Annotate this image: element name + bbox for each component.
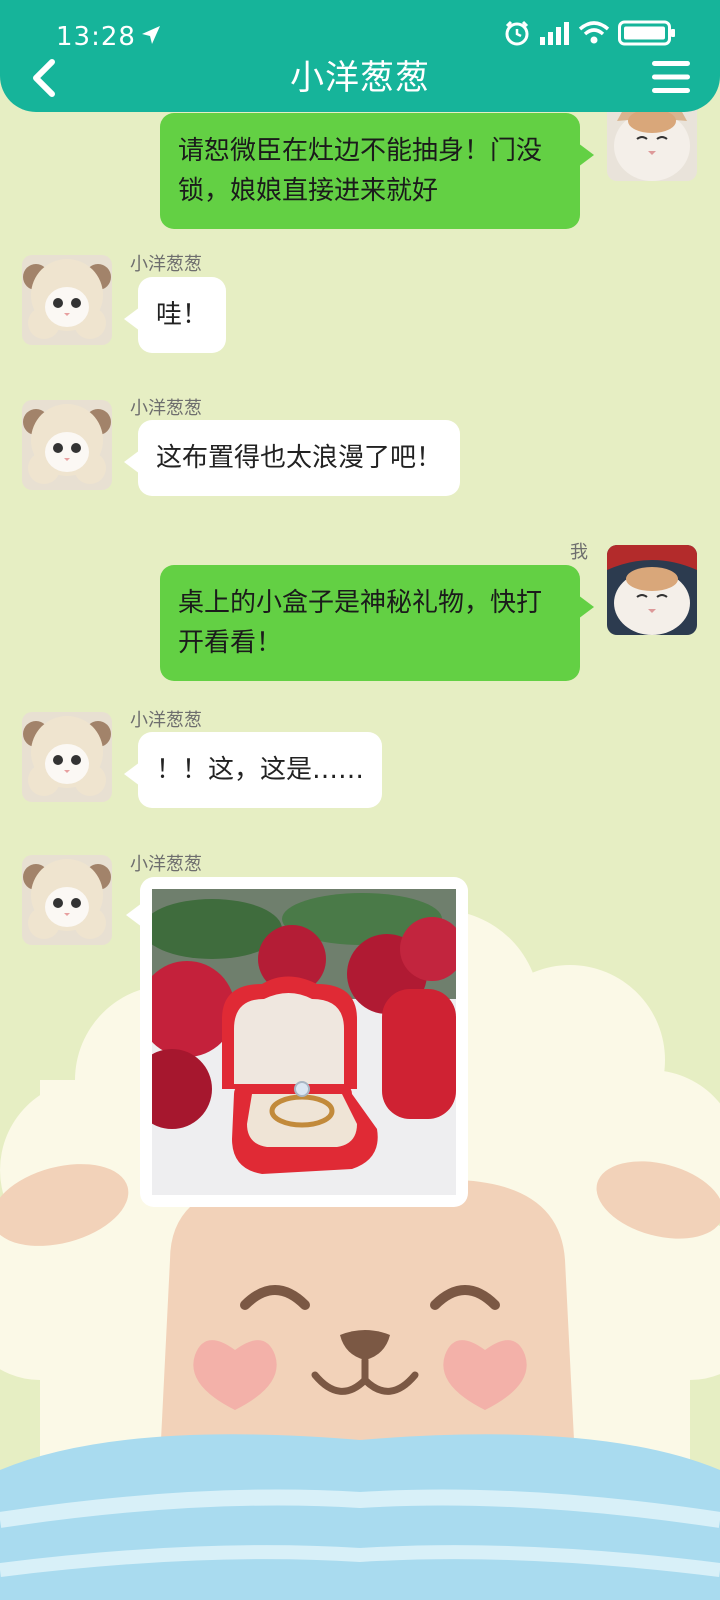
alarm-icon [505, 20, 529, 46]
contact-avatar[interactable] [22, 400, 112, 490]
menu-button[interactable] [650, 58, 692, 96]
contact-avatar[interactable] [22, 255, 112, 345]
sender-name: 小洋葱葱 [130, 254, 202, 275]
message-text: 这布置得也太浪漫了吧！ [156, 443, 443, 473]
chat-title: 小洋葱葱 [290, 58, 430, 98]
sender-name: 小洋葱葱 [130, 710, 202, 731]
status-time: 13:28 [56, 22, 136, 52]
signal-icon [540, 22, 569, 45]
sender-name: 小洋葱葱 [130, 398, 202, 419]
battery-icon [618, 20, 675, 46]
ring-box-photo [132, 889, 464, 1195]
contact-avatar[interactable] [22, 712, 112, 802]
message-bubble-left[interactable]: 哇！ [123, 277, 227, 353]
sender-name: 小洋葱葱 [130, 854, 202, 875]
sender-name: 我 [570, 542, 588, 563]
app-header: 13:28 小洋葱葱 [0, 0, 720, 112]
message-bubble-left[interactable]: 这布置得也太浪漫了吧！ [123, 420, 461, 496]
status-icons [504, 20, 676, 46]
wifi-icon [578, 21, 610, 44]
message-text: ！！这，这是…… [156, 755, 365, 785]
message-text: 桌上的小盒子是神秘礼物，快打开看看！ [178, 588, 543, 658]
sheep-cat-avatar-icon [22, 400, 112, 490]
image-message-bubble[interactable] [126, 877, 468, 1207]
location-arrow-icon [142, 26, 160, 44]
message-bubble-right[interactable]: 桌上的小盒子是神秘礼物，快打开看看！ [160, 565, 594, 681]
cat-avatar-icon [607, 545, 697, 635]
my-avatar[interactable] [607, 545, 697, 635]
sheep-cat-avatar-icon [22, 855, 112, 945]
message-text: 请恕微臣在灶边不能抽身！门没锁，娘娘直接进来就好 [178, 136, 543, 206]
chat-message-list: 请恕微臣在灶边不能抽身！门没锁，娘娘直接进来就好 小洋葱葱 哇！ 小洋葱葱 这布… [0, 0, 720, 1600]
message-bubble-left[interactable]: ！！这，这是…… [123, 732, 383, 808]
message-bubble-right[interactable]: 请恕微臣在灶边不能抽身！门没锁，娘娘直接进来就好 [160, 113, 594, 229]
contact-avatar[interactable] [22, 855, 112, 945]
sheep-cat-avatar-icon [22, 712, 112, 802]
message-text: 哇！ [156, 300, 209, 330]
sheep-cat-avatar-icon [22, 255, 112, 345]
